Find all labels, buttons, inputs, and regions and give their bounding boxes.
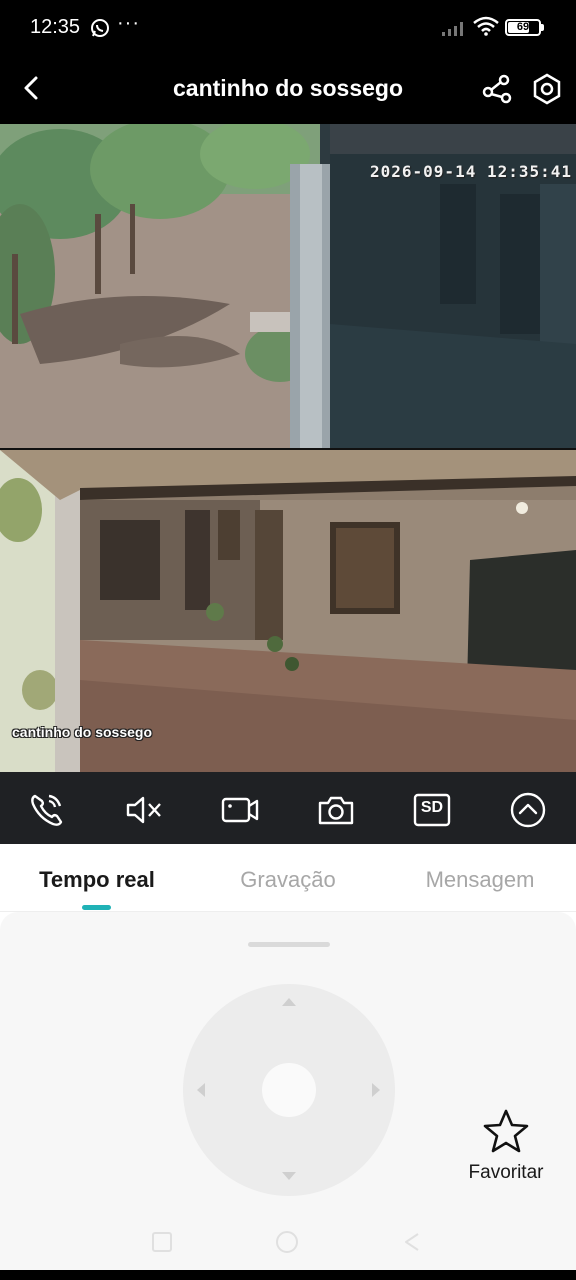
battery-level-text: 69 — [516, 21, 530, 33]
page-title: cantinho do sossego — [172, 75, 404, 101]
sd-quality-label: SD — [420, 799, 444, 816]
record-icon[interactable] — [220, 790, 260, 830]
wifi-icon — [473, 16, 499, 36]
intercom-icon[interactable] — [27, 790, 67, 830]
active-tab-indicator — [82, 905, 111, 910]
tab-gravacao[interactable]: Gravação — [218, 867, 358, 893]
mute-icon[interactable] — [124, 790, 164, 830]
app-header: cantinho do sossego — [0, 56, 576, 124]
ptz-center-knob[interactable] — [262, 1063, 316, 1117]
status-time: 12:35 — [30, 16, 81, 38]
home-icon[interactable] — [273, 1228, 301, 1256]
system-nav-bar — [0, 1210, 576, 1270]
drag-handle[interactable] — [248, 942, 330, 947]
battery-icon: 69 — [505, 19, 541, 36]
bottom-panel: Tempo real Gravação Mensagem Favoritar — [0, 844, 576, 1270]
screen-bottom-edge — [0, 1270, 576, 1280]
tab-tempo-real[interactable]: Tempo real — [26, 867, 168, 893]
camera-feed-bottom: cantinho do sossego — [0, 450, 576, 772]
tab-bar: Tempo real Gravação Mensagem — [0, 844, 576, 912]
status-bar: 12:35 ··· 69 — [0, 0, 576, 56]
back-nav-icon[interactable] — [398, 1228, 426, 1256]
ptz-up-arrow-icon[interactable] — [282, 998, 296, 1006]
favorite-button[interactable]: Favoritar — [458, 1108, 554, 1192]
snapshot-icon[interactable] — [316, 790, 356, 830]
ptz-right-arrow-icon[interactable] — [372, 1083, 380, 1097]
star-icon — [483, 1109, 529, 1153]
video-timestamp: 2026-09-14 12:35:41 — [370, 162, 573, 181]
favorite-label: Favoritar — [468, 1162, 544, 1183]
ptz-joystick[interactable] — [183, 984, 395, 1196]
live-video-view[interactable]: 2026-09-14 12:35:41 cantinho do sossego — [0, 124, 576, 772]
ptz-left-arrow-icon[interactable] — [197, 1083, 205, 1097]
more-notifications-indicator: ··· — [117, 12, 140, 34]
recents-icon[interactable] — [148, 1228, 176, 1256]
whatsapp-icon — [91, 19, 109, 37]
share-icon[interactable] — [480, 72, 514, 106]
expand-up-icon[interactable] — [508, 790, 548, 830]
back-icon[interactable] — [14, 70, 50, 106]
camera-name-overlay: cantinho do sossego — [12, 724, 153, 740]
signal-icon — [442, 22, 463, 36]
video-control-bar: SD — [0, 772, 576, 844]
battery-tip — [541, 24, 544, 31]
settings-icon[interactable] — [530, 72, 564, 106]
camera-feed-top: 2026-09-14 12:35:41 — [0, 124, 576, 448]
tab-mensagem[interactable]: Mensagem — [404, 867, 556, 893]
ptz-down-arrow-icon[interactable] — [282, 1172, 296, 1180]
